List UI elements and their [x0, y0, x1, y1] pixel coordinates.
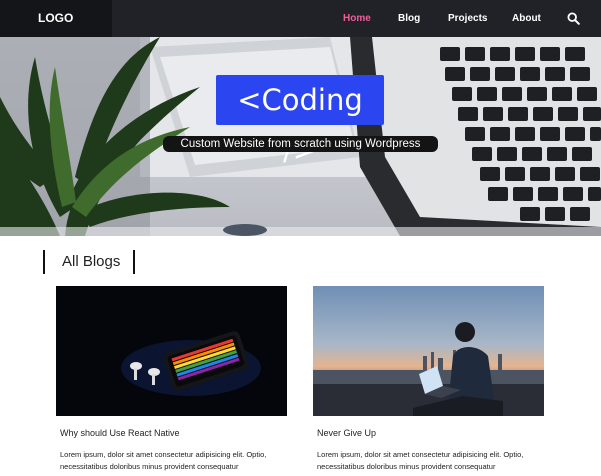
- search-icon[interactable]: [567, 12, 580, 25]
- section-heading-box: All Blogs: [43, 250, 135, 274]
- blog-card-excerpt: Lorem ipsum, dolor sit amet consectetur …: [60, 450, 267, 471]
- blog-card-image-laptop-man[interactable]: [313, 286, 544, 416]
- nav-link-about[interactable]: About: [512, 0, 541, 37]
- top-navbar: LOGO Home Blog Projects About: [0, 0, 601, 37]
- blog-card-title[interactable]: Why should Use React Native: [60, 428, 287, 438]
- nav-link-home[interactable]: Home: [343, 0, 371, 37]
- blog-card-title[interactable]: Never Give Up: [317, 428, 544, 438]
- section-heading: All Blogs: [62, 253, 121, 270]
- blog-card[interactable]: Never Give Up Lorem ipsum, dolor sit ame…: [313, 286, 544, 473]
- hero-title: <Coding />: [216, 75, 384, 167]
- blog-card-excerpt: Lorem ipsum, dolor sit amet consectetur …: [317, 450, 524, 471]
- hero-banner: <Coding /> Custom Website from scratch u…: [0, 37, 601, 236]
- hero-subtitle: Custom Website from scratch using Wordpr…: [163, 136, 438, 152]
- blog-card[interactable]: Why should Use React Native Lorem ipsum,…: [56, 286, 287, 473]
- logo[interactable]: LOGO: [0, 0, 112, 37]
- nav-link-blog[interactable]: Blog: [398, 0, 420, 37]
- blog-card-image-phone[interactable]: [56, 286, 287, 416]
- nav-link-projects[interactable]: Projects: [448, 0, 487, 37]
